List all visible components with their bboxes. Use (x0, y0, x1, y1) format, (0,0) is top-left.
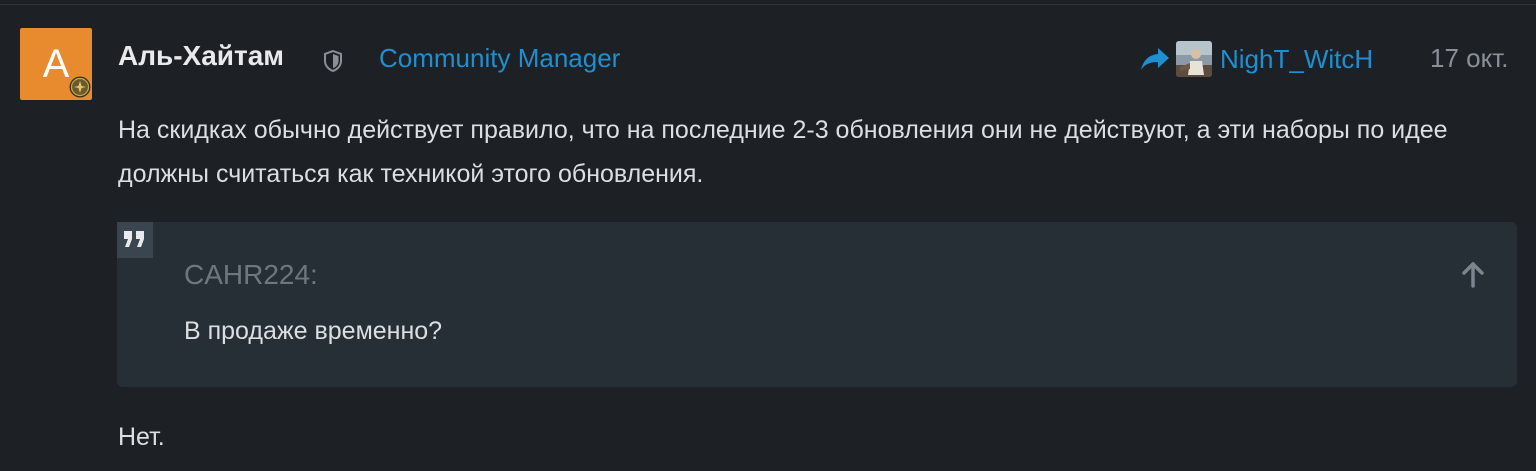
quote-block: CAHR224: В продаже временно? (117, 222, 1517, 387)
arrow-up-icon[interactable] (1459, 261, 1487, 289)
quote-author[interactable]: CAHR224: (184, 259, 318, 291)
quote-icon (117, 222, 153, 258)
medal-icon (69, 76, 91, 98)
forum-post: A Аль-Хайтам Community Manager NighT_Wit (0, 0, 1536, 471)
reply-to-link[interactable]: NighT_WitcH (1140, 40, 1373, 78)
post-date[interactable]: 17 окт. (1430, 43, 1509, 74)
post-reply-text: Нет. (118, 423, 165, 451)
post-body-paragraph: На скидках обычно действует правило, что… (118, 116, 1448, 188)
author-name[interactable]: Аль-Хайтам (118, 40, 284, 72)
reply-arrow-icon (1141, 48, 1169, 70)
author-title: Community Manager (379, 43, 621, 73)
reply-user-avatar (1176, 41, 1212, 77)
reply-username: NighT_WitcH (1220, 43, 1374, 74)
shield-icon (324, 50, 342, 72)
author-avatar[interactable]: A (20, 28, 92, 100)
quote-text: В продаже временно? (184, 317, 443, 345)
